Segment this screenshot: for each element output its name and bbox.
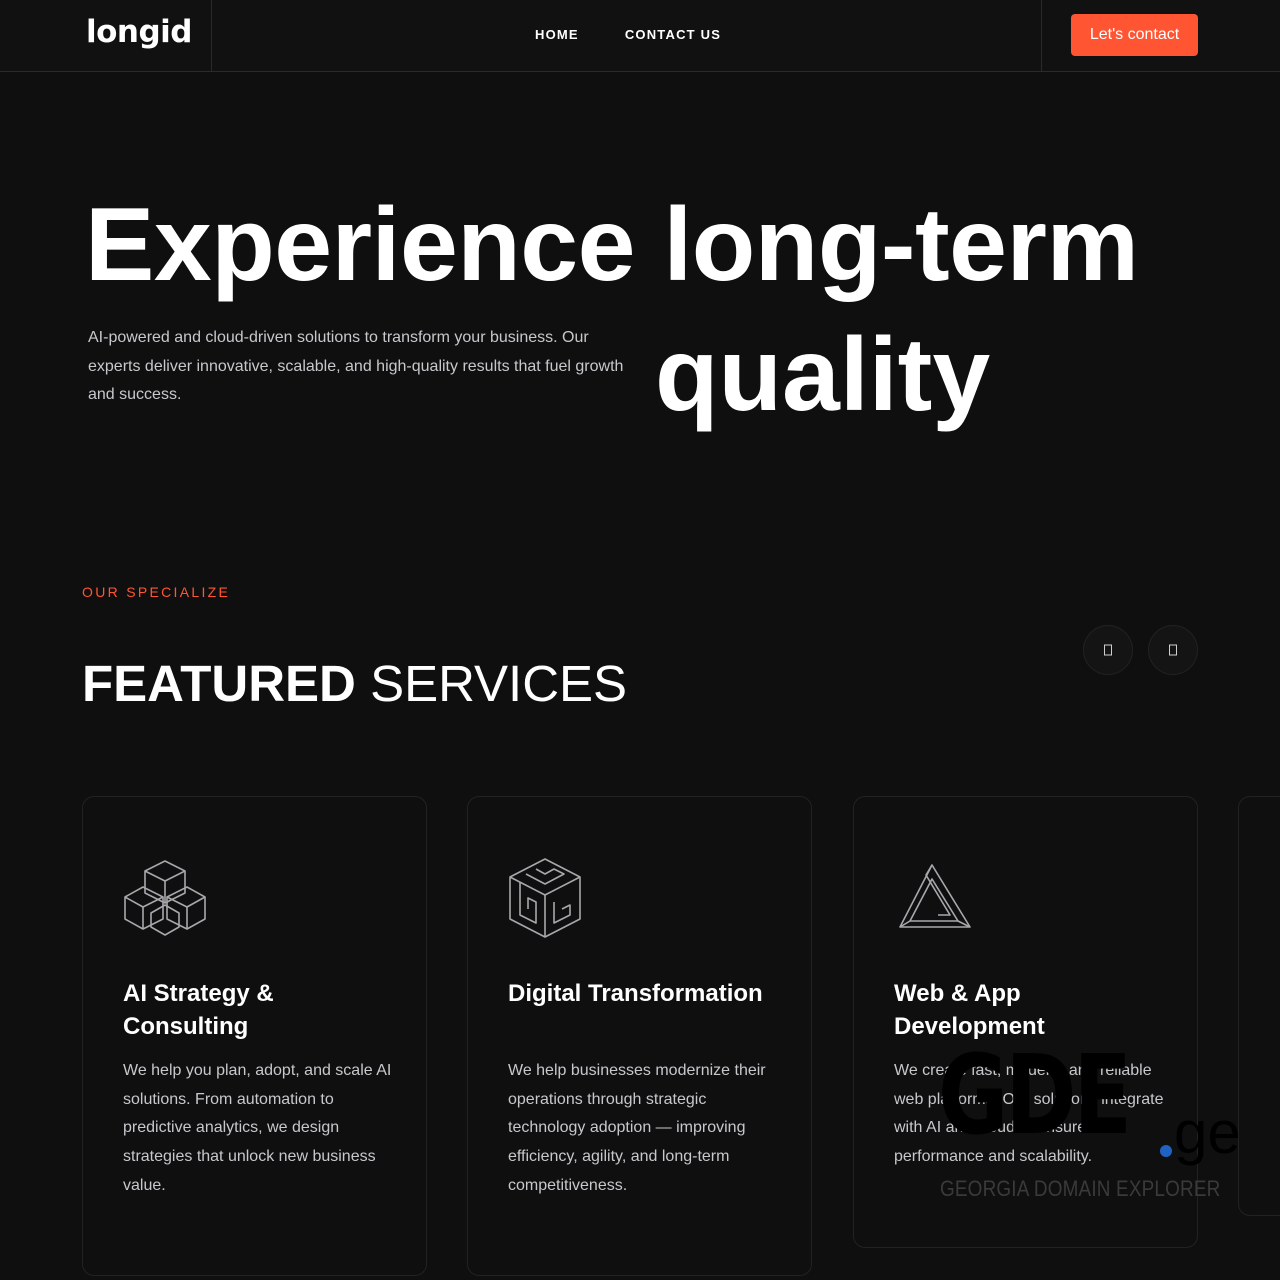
logo[interactable]: longid <box>86 14 193 50</box>
card-title: AI Strategy & Consulting <box>123 980 274 1040</box>
section-eyebrow: OUR SPECIALIZE <box>82 584 231 600</box>
nav-divider-left <box>211 0 212 72</box>
service-card-web-app[interactable]: Web & App Development We create fast, mo… <box>853 796 1198 1248</box>
top-navbar: longid HOME CONTACT US Let's contact <box>0 0 1280 72</box>
slider-next-button[interactable] <box>1148 625 1198 675</box>
card-title: Digital Transformation <box>508 980 763 1007</box>
cube-cluster-icon <box>123 857 207 942</box>
hero-description: AI-powered and cloud-driven solutions to… <box>88 329 624 403</box>
logo-text: longid <box>86 14 193 50</box>
maze-cube-icon <box>508 857 582 944</box>
card-description: We help businesses modernize their opera… <box>508 1062 766 1194</box>
nav-divider-right <box>1041 0 1042 72</box>
service-card-partial[interactable] <box>1238 796 1280 1216</box>
nav-menu: HOME CONTACT US <box>535 27 721 42</box>
section-title: FEATURED SERVICES <box>82 654 627 714</box>
impossible-triangle-icon <box>898 863 972 936</box>
nav-link-contact[interactable]: CONTACT US <box>625 27 721 42</box>
service-card-digital-transformation[interactable]: Digital Transformation We help businesse… <box>467 796 812 1276</box>
section-title-bold: FEATURED <box>82 655 356 712</box>
slider-prev-button[interactable] <box>1083 625 1133 675</box>
section-title-light: SERVICES <box>370 655 628 712</box>
service-card-ai-strategy[interactable]: AI Strategy & Consulting We help you pla… <box>82 796 427 1276</box>
card-title: Web & App Development <box>894 980 1045 1040</box>
card-description: We help you plan, adopt, and scale AI so… <box>123 1062 392 1194</box>
nav-link-home[interactable]: HOME <box>535 27 579 42</box>
hero-title-line2: quality <box>655 317 991 433</box>
chevron-right-icon <box>1169 644 1177 656</box>
chevron-left-icon <box>1104 644 1112 656</box>
hero-title-line1: Experience long-term <box>85 187 1139 303</box>
lets-contact-button[interactable]: Let's contact <box>1071 14 1198 56</box>
card-description: We create fast, modern, and reliable web… <box>894 1062 1164 1166</box>
